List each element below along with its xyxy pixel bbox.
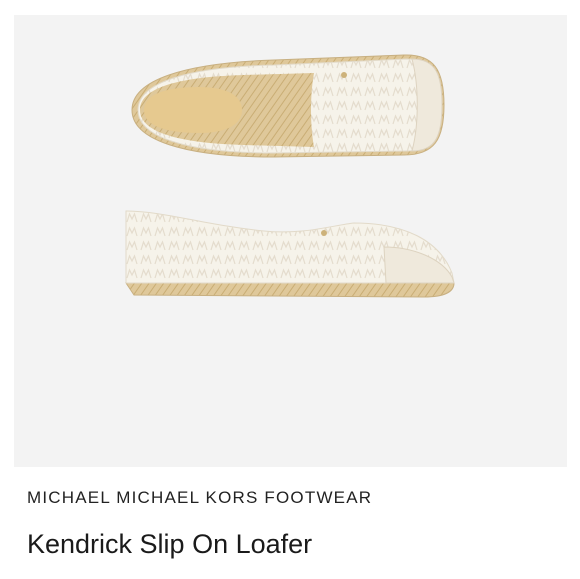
product-image[interactable]	[14, 15, 567, 467]
product-title[interactable]: Kendrick Slip On Loafer	[27, 529, 312, 560]
shoe-side-view	[125, 210, 455, 298]
shoe-top-view	[131, 54, 445, 158]
product-card[interactable]: MICHAEL MICHAEL KORS FOOTWEAR Kendrick S…	[0, 0, 580, 579]
espadrille-photo	[125, 54, 455, 298]
brand-name[interactable]: MICHAEL MICHAEL KORS FOOTWEAR	[27, 488, 372, 508]
